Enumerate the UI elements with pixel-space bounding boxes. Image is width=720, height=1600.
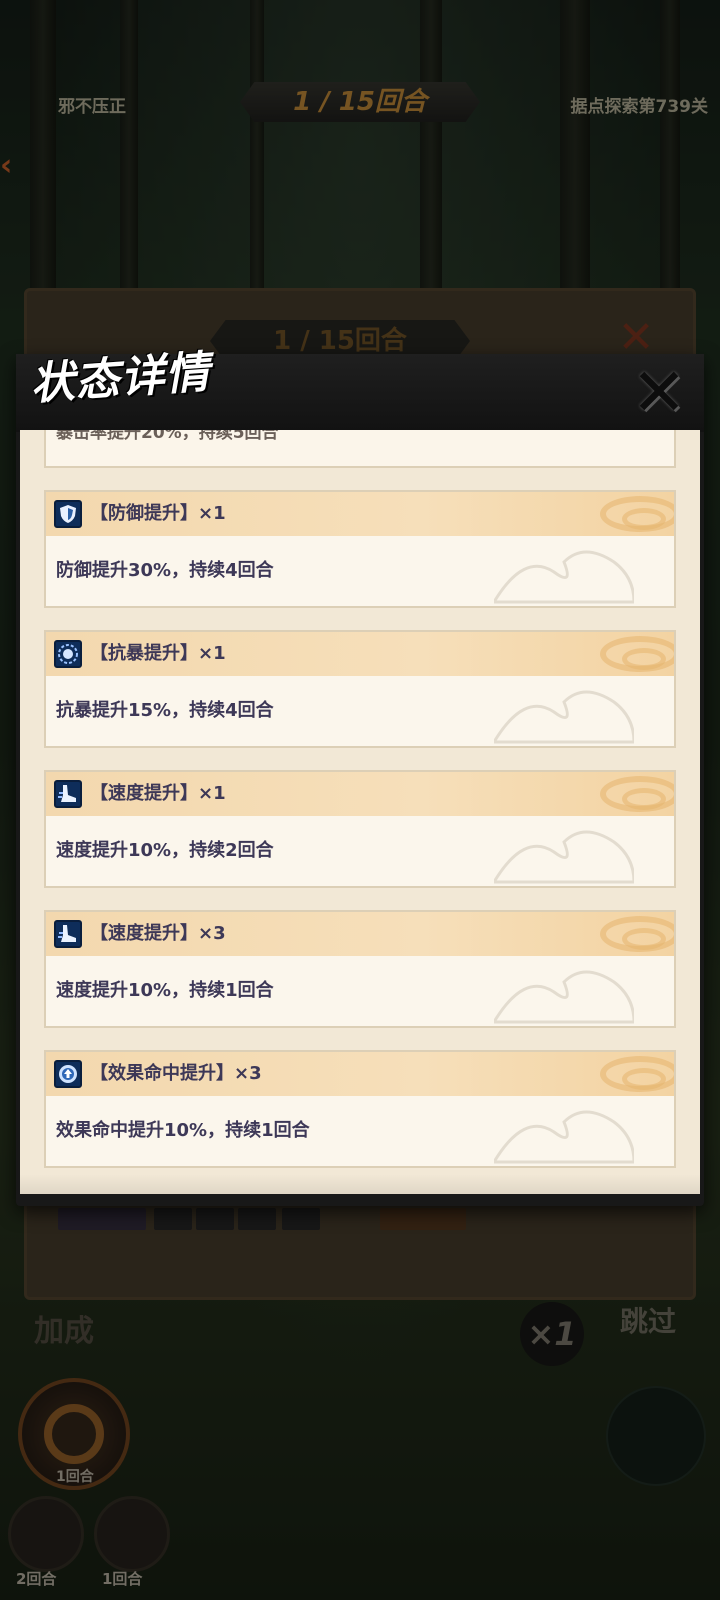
speed-icon [54,920,82,948]
swirl-decoration [600,636,674,672]
effect-title: 【抗暴提升】×1 [90,643,226,664]
list-item: 【效果命中提升】×3 效果命中提升10%，持续1回合 [44,1050,676,1168]
dialog-header: 状态详情 ✕ [16,347,704,432]
effect-title: 【速度提升】×1 [90,783,226,804]
wave-decoration [494,830,634,884]
effect-description: 速度提升10%，持续2回合 [56,840,274,861]
speed-icon [54,780,82,808]
dialog-title: 状态详情 [28,346,212,411]
list-item: 暴击率提升20%，持续5回合 [44,430,676,468]
close-icon[interactable]: ✕ [628,360,690,426]
list-fade [20,1174,700,1194]
effect-description: 效果命中提升10%，持续1回合 [56,1120,310,1141]
effect-title: 【速度提升】×3 [90,923,226,944]
wave-decoration [494,970,634,1024]
effect-description: 防御提升30%，持续4回合 [56,560,274,581]
list-item: 【速度提升】×3 速度提升10%，持续1回合 [44,910,676,1028]
effect-description: 抗暴提升15%，持续4回合 [56,700,274,721]
hit-up-icon [54,1060,82,1088]
list-item: 【防御提升】×1 防御提升30%，持续4回合 [44,490,676,608]
anti-crit-icon [54,640,82,668]
effect-title: 【防御提升】×1 [90,503,226,524]
swirl-decoration [600,776,674,812]
swirl-decoration [600,1056,674,1092]
effects-list-container[interactable]: 暴击率提升20%，持续5回合 【防御提升】×1 防御提升30%，持续4回合 【抗… [20,430,700,1194]
effect-description: 速度提升10%，持续1回合 [56,980,274,1001]
effect-title: 【效果命中提升】×3 [90,1063,262,1084]
wave-decoration [494,690,634,744]
effects-list: 暴击率提升20%，持续5回合 【防御提升】×1 防御提升30%，持续4回合 【抗… [44,430,676,1168]
swirl-decoration [600,916,674,952]
list-item: 【速度提升】×1 速度提升10%，持续2回合 [44,770,676,888]
wave-decoration [494,1110,634,1164]
status-detail-dialog: 状态详情 ✕ 暴击率提升20%，持续5回合 【防御提升】×1 防御提升30%，持… [16,347,704,1206]
effect-description: 暴击率提升20%，持续5回合 [56,430,279,443]
shield-icon [54,500,82,528]
swirl-decoration [600,496,674,532]
list-item: 【抗暴提升】×1 抗暴提升15%，持续4回合 [44,630,676,748]
wave-decoration [494,550,634,604]
